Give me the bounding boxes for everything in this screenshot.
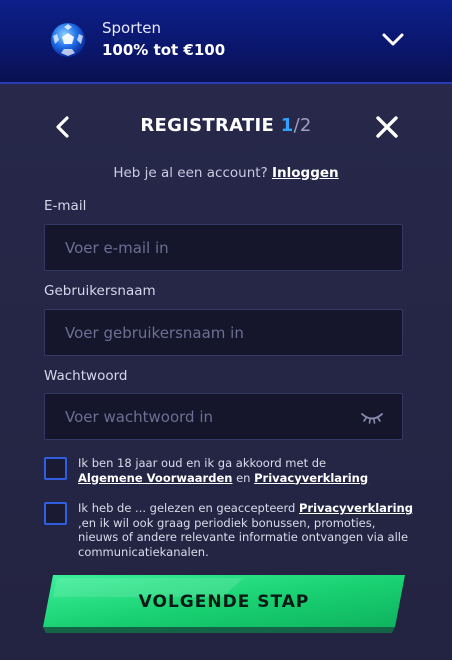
marketing-label-b: ,en ik wil ook graag periodiek bonussen,… [78, 515, 409, 559]
login-prompt: Heb je al een account? Inloggen [0, 165, 452, 181]
age-terms-and: en [236, 470, 251, 485]
step-total: /2 [293, 115, 312, 136]
login-link[interactable]: Inloggen [272, 165, 339, 181]
marketing-text: Ik heb de ... gelezen en geaccepteerd Pr… [78, 501, 418, 559]
email-field[interactable] [45, 225, 402, 270]
soccer-ball-icon [51, 23, 85, 57]
chevron-down-icon[interactable] [380, 28, 406, 50]
promo-banner[interactable]: Sporten 100% tot €100 [0, 0, 452, 84]
marketing-label-a: Ik heb de ... gelezen en geaccepteerd [78, 501, 296, 515]
eye-closed-icon[interactable] [360, 408, 384, 426]
marketing-checkbox[interactable] [44, 502, 67, 525]
banner-title: Sporten [102, 19, 162, 37]
banner-offer: 100% tot €100 [102, 41, 226, 59]
close-icon[interactable] [374, 114, 400, 140]
age-terms-checkbox[interactable] [44, 457, 67, 480]
login-prompt-text: Heb je al een account? [113, 165, 268, 181]
privacy-link-1[interactable]: Privacyverklaring [254, 471, 368, 485]
password-field[interactable] [45, 394, 402, 439]
email-label: E-mail [44, 198, 87, 214]
terms-link[interactable]: Algemene Voorwaarden [78, 471, 232, 485]
privacy-link-2[interactable]: Privacyverklaring [299, 501, 413, 515]
password-label: Wachtwoord [44, 368, 128, 384]
page-title-text: REGISTRATIE [140, 115, 275, 136]
age-terms-label: Ik ben 18 jaar oud en ik ga akkoord met … [78, 456, 327, 470]
username-field[interactable] [45, 310, 402, 355]
username-label: Gebruikersnaam [44, 283, 156, 299]
username-field-container [44, 309, 403, 356]
password-field-container [44, 393, 403, 440]
email-field-container [44, 224, 403, 271]
next-step-button[interactable] [43, 575, 405, 633]
age-terms-text: Ik ben 18 jaar oud en ik ga akkoord met … [78, 456, 418, 485]
step-current: 1 [280, 115, 294, 136]
